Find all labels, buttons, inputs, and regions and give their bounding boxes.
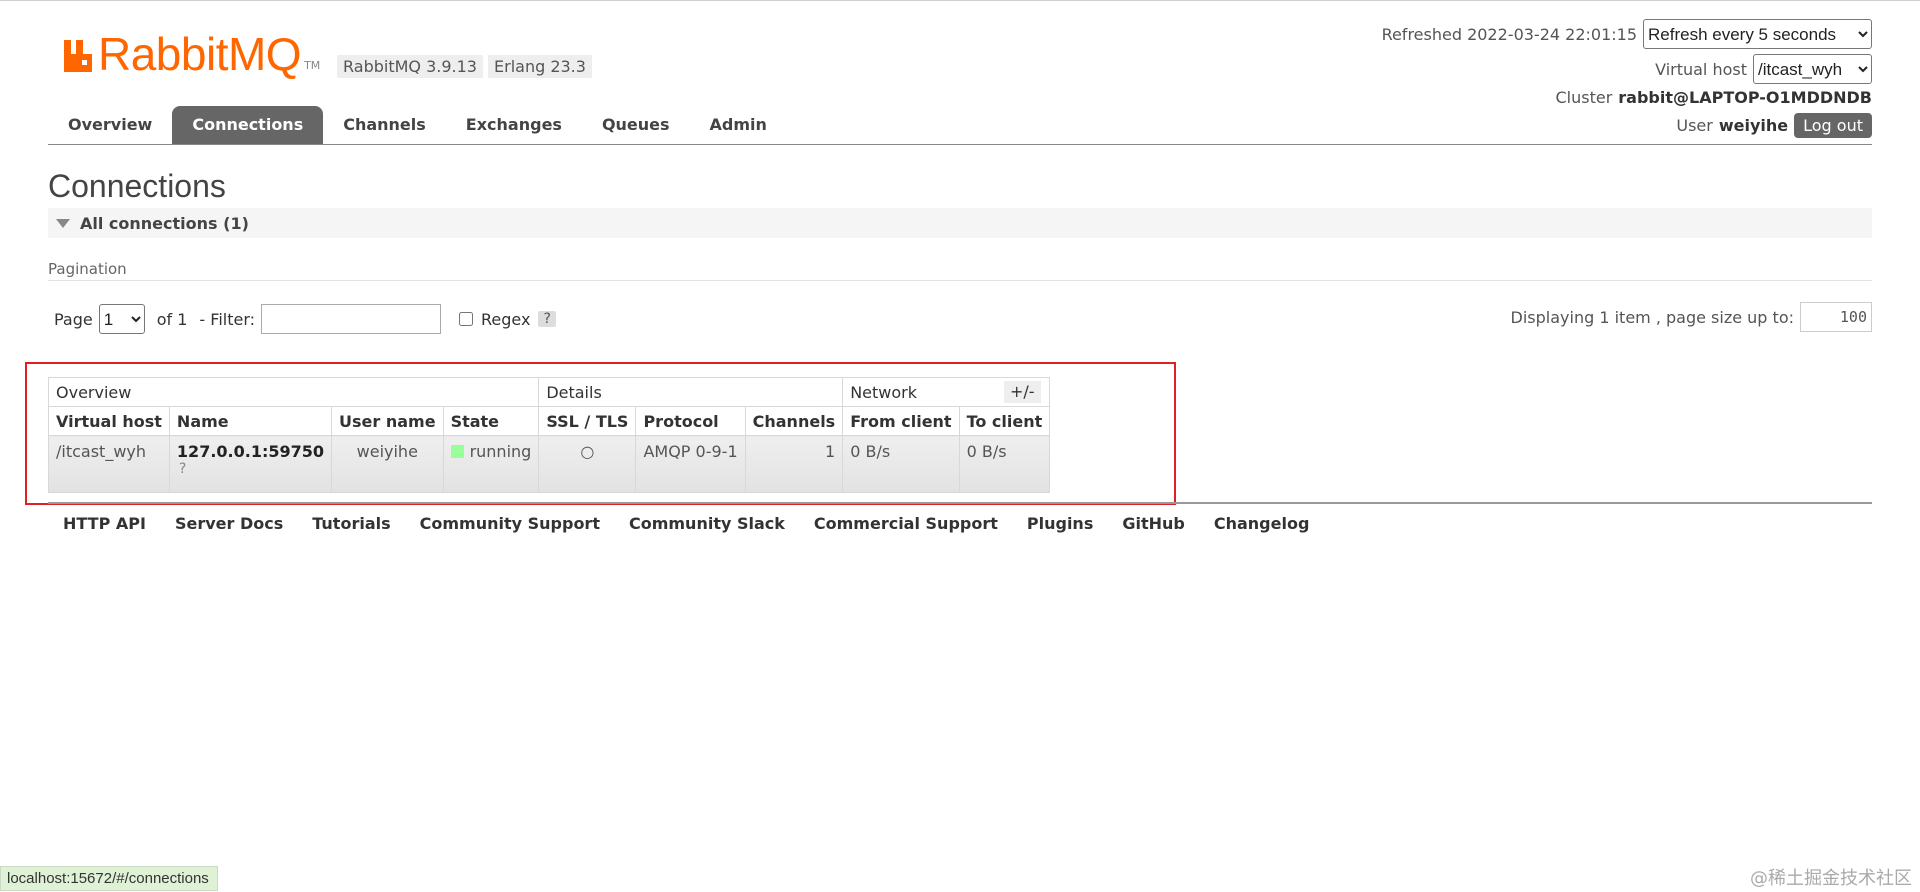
cluster-name: rabbit@LAPTOP-O1MDDNDB (1618, 88, 1872, 107)
footer-link-tutorials[interactable]: Tutorials (297, 514, 404, 533)
cell-virtual-host: /itcast_wyh (48, 435, 170, 493)
display-info: Displaying 1 item , page size up to: (1511, 302, 1872, 332)
nav-divider (48, 144, 1872, 145)
virtual-host-row: Virtual host /itcast_wyh (1655, 54, 1872, 84)
cell-from-client: 0 B/s (842, 435, 960, 493)
main-nav-tabs: Overview Connections Channels Exchanges … (48, 106, 787, 144)
footer-link-changelog[interactable]: Changelog (1199, 514, 1324, 533)
refreshed-label: Refreshed 2022-03-24 22:01:15 (1381, 24, 1637, 44)
logo-text: RabbitMQ (98, 28, 302, 80)
page-select[interactable]: 1 (98, 304, 145, 334)
user-row: User weiyihe Log out (1676, 113, 1872, 138)
top-border (0, 0, 1920, 1)
pagination-divider (48, 280, 1872, 281)
cell-ssl-tls: ○ (538, 435, 637, 493)
page-size-input[interactable] (1800, 302, 1872, 332)
cell-name: 127.0.0.1:59750 ? (168, 435, 333, 493)
cluster-label: Cluster (1555, 88, 1613, 107)
col-state[interactable]: State (442, 406, 540, 436)
tab-queues[interactable]: Queues (582, 106, 690, 144)
col-name[interactable]: Name (168, 406, 333, 436)
page-count-label: of 1 (156, 309, 188, 329)
logo-tm: TM (304, 59, 321, 72)
footer-link-http-api[interactable]: HTTP API (48, 514, 160, 533)
col-ssl-tls[interactable]: SSL / TLS (538, 406, 637, 436)
cell-user-name: weiyihe (331, 435, 444, 493)
column-toggle-button[interactable]: +/- (1004, 381, 1041, 403)
virtual-host-label: Virtual host (1655, 59, 1747, 79)
tab-connections[interactable]: Connections (172, 106, 324, 144)
footer-link-server-docs[interactable]: Server Docs (160, 514, 297, 533)
regex-checkbox[interactable] (459, 312, 474, 326)
running-status-icon (450, 445, 464, 458)
footer-link-plugins[interactable]: Plugins (1012, 514, 1107, 533)
footer-link-community-slack[interactable]: Community Slack (614, 514, 799, 533)
group-overview-header: Overview (47, 377, 540, 407)
user-name: weiyihe (1718, 116, 1789, 135)
cell-channels: 1 (744, 435, 844, 493)
erlang-version-badge: Erlang 23.3 (488, 55, 592, 78)
connection-name-link[interactable]: 127.0.0.1:59750 (177, 442, 324, 461)
regex-help-button[interactable]: ? (538, 311, 556, 327)
tab-overview[interactable]: Overview (48, 106, 172, 144)
virtual-host-select[interactable]: /itcast_wyh (1753, 54, 1872, 84)
col-from-client[interactable]: From client (842, 406, 960, 436)
page-label: Page (54, 309, 93, 329)
browser-status-url: localhost:15672/#/connections (0, 866, 218, 891)
tab-admin[interactable]: Admin (690, 106, 787, 144)
page-title: Connections (48, 168, 226, 204)
tab-channels[interactable]: Channels (323, 106, 446, 144)
cell-state: running (442, 435, 540, 493)
displaying-label: Displaying 1 item , page size up to: (1510, 307, 1794, 327)
cell-to-client: 0 B/s (958, 435, 1051, 493)
watermark: @稀土掘金技术社区 (1750, 868, 1912, 889)
state-text: running (469, 442, 532, 461)
table-row[interactable]: /itcast_wyh 127.0.0.1:59750 ? weiyihe ru… (48, 435, 1051, 493)
logout-button[interactable]: Log out (1794, 113, 1872, 138)
filter-label: - Filter: (199, 309, 256, 329)
connections-table: Overview Details Network Virtual host Na… (47, 377, 1051, 493)
connection-client-info: ? (178, 461, 187, 477)
tab-exchanges[interactable]: Exchanges (446, 106, 582, 144)
footer-link-commercial-support[interactable]: Commercial Support (799, 514, 1012, 533)
col-virtual-host[interactable]: Virtual host (48, 406, 170, 436)
col-protocol[interactable]: Protocol (635, 406, 746, 436)
pagination-label[interactable]: Pagination (48, 260, 127, 278)
collapse-triangle-icon (56, 218, 70, 228)
regex-label: Regex (481, 309, 531, 329)
rabbitmq-logo-icon (64, 40, 92, 72)
col-to-client[interactable]: To client (958, 406, 1051, 436)
refresh-row: Refreshed 2022-03-24 22:01:15 Refresh ev… (1382, 19, 1872, 49)
all-connections-section-header[interactable]: All connections (1) (48, 208, 1872, 238)
footer-link-community-support[interactable]: Community Support (405, 514, 614, 533)
pager-controls: Page 1 of 1 - Filter: Regex ? (54, 304, 556, 334)
col-channels[interactable]: Channels (744, 406, 844, 436)
filter-input[interactable] (261, 304, 442, 334)
table-column-header-row: Virtual host Name User name State SSL / … (48, 406, 1051, 436)
cell-protocol: AMQP 0-9-1 (635, 435, 746, 493)
col-user-name[interactable]: User name (331, 406, 444, 436)
refresh-interval-select[interactable]: Refresh every 5 seconds (1643, 19, 1872, 49)
footer-links: HTTP API Server Docs Tutorials Community… (48, 514, 1323, 533)
user-label: User (1676, 116, 1713, 135)
group-details-header: Details (538, 377, 844, 407)
table-group-header-row: Overview Details Network (47, 377, 1051, 407)
rabbitmq-logo[interactable]: RabbitMQ TM (62, 28, 321, 80)
cluster-row: Cluster rabbit@LAPTOP-O1MDDNDB (1555, 88, 1872, 107)
footer-divider (48, 502, 1872, 504)
footer-link-github[interactable]: GitHub (1107, 514, 1199, 533)
rabbitmq-version-badge: RabbitMQ 3.9.13 (337, 55, 483, 78)
all-connections-title: All connections (1) (80, 213, 249, 233)
